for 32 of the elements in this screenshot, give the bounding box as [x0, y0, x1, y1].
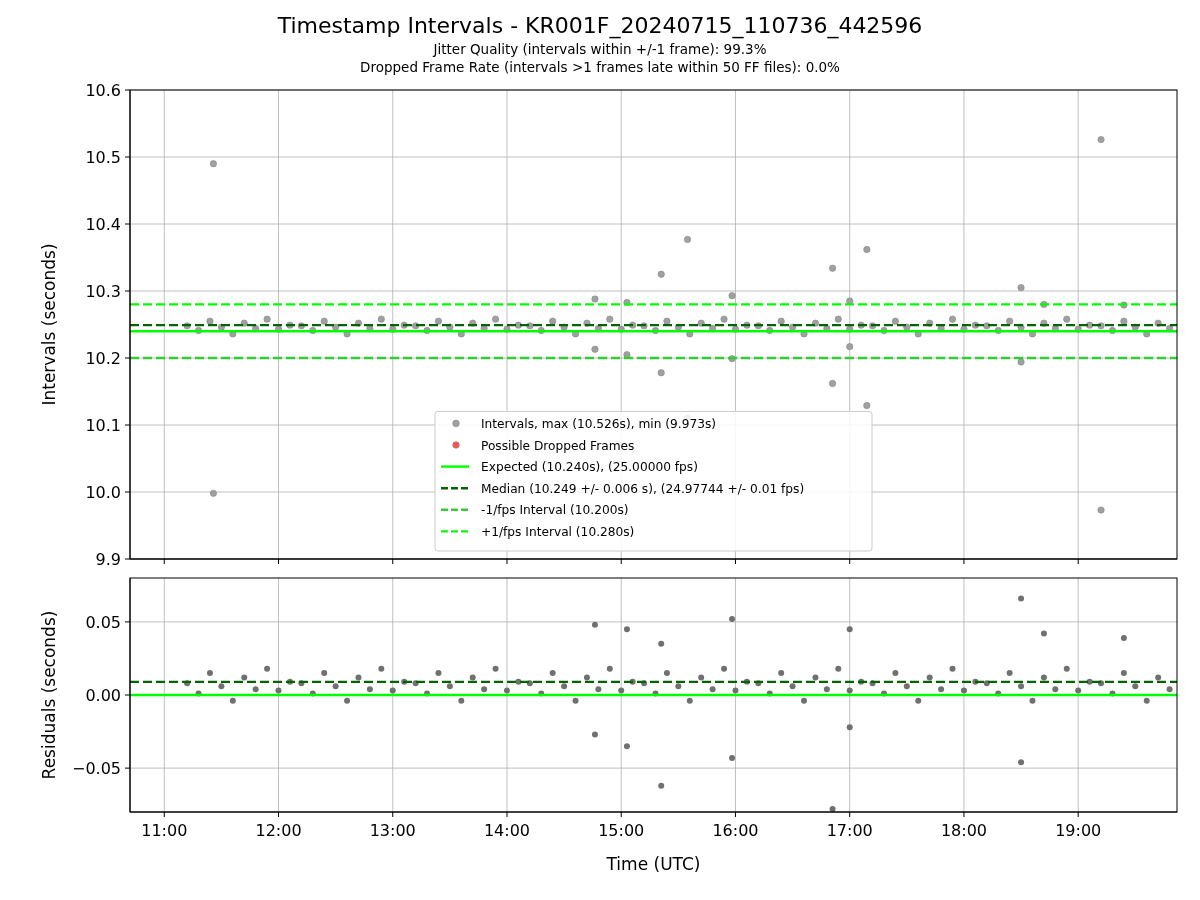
- axis-label: Intervals (seconds): [39, 243, 59, 406]
- tick-label: 9.9: [95, 550, 121, 569]
- tick-label: 10.2: [85, 349, 121, 368]
- tick-label: 15:00: [598, 821, 645, 840]
- legend-label: Intervals, max (10.526s), min (9.973s): [481, 416, 717, 431]
- legend-label: -1/fps Interval (10.200s): [481, 503, 629, 518]
- tick-label: 14:00: [483, 821, 531, 840]
- axis-label: Time (UTC): [606, 854, 701, 874]
- legend-label: Expected (10.240s), (25.00000 fps): [481, 460, 698, 475]
- tick-label: 0.00: [85, 686, 121, 705]
- chart-title: Timestamp Intervals - KR001F_20240715_110736_442596: [277, 12, 923, 40]
- tick-label: 10.5: [85, 148, 121, 167]
- legend-label: Possible Dropped Frames: [481, 438, 635, 453]
- tick-label: 0.05: [85, 612, 121, 632]
- tick-label: 10.3: [85, 282, 121, 301]
- chart-subtitle: Jitter Quality (intervals within +/-1 frame): 99.3%: [433, 40, 767, 58]
- chart-subtitle: Dropped Frame Rate (intervals >1 frames late within 50 FF files): 0.0%: [360, 58, 840, 76]
- legend-label: Median (10.249 +/- 0.006 s), (24.97744 +/- 0.01 fps): [481, 481, 805, 496]
- tick-label: 10.6: [85, 81, 121, 100]
- tick-label: 17:00: [826, 821, 873, 840]
- tick-label: 12:00: [255, 821, 302, 840]
- tick-label: 11:00: [141, 821, 188, 840]
- tick-label: 13:00: [369, 821, 416, 840]
- tick-label: −0.05: [71, 759, 121, 779]
- axis-label: Residuals (seconds): [39, 610, 59, 780]
- tick-label: 10.1: [85, 416, 121, 435]
- tick-label: 16:00: [712, 821, 759, 840]
- tick-label: 18:00: [940, 821, 987, 840]
- tick-label: 10.4: [85, 215, 121, 234]
- tick-label: 10.0: [85, 483, 121, 502]
- tick-label: 19:00: [1055, 821, 1102, 840]
- legend-label: +1/fps Interval (10.280s): [481, 524, 635, 539]
